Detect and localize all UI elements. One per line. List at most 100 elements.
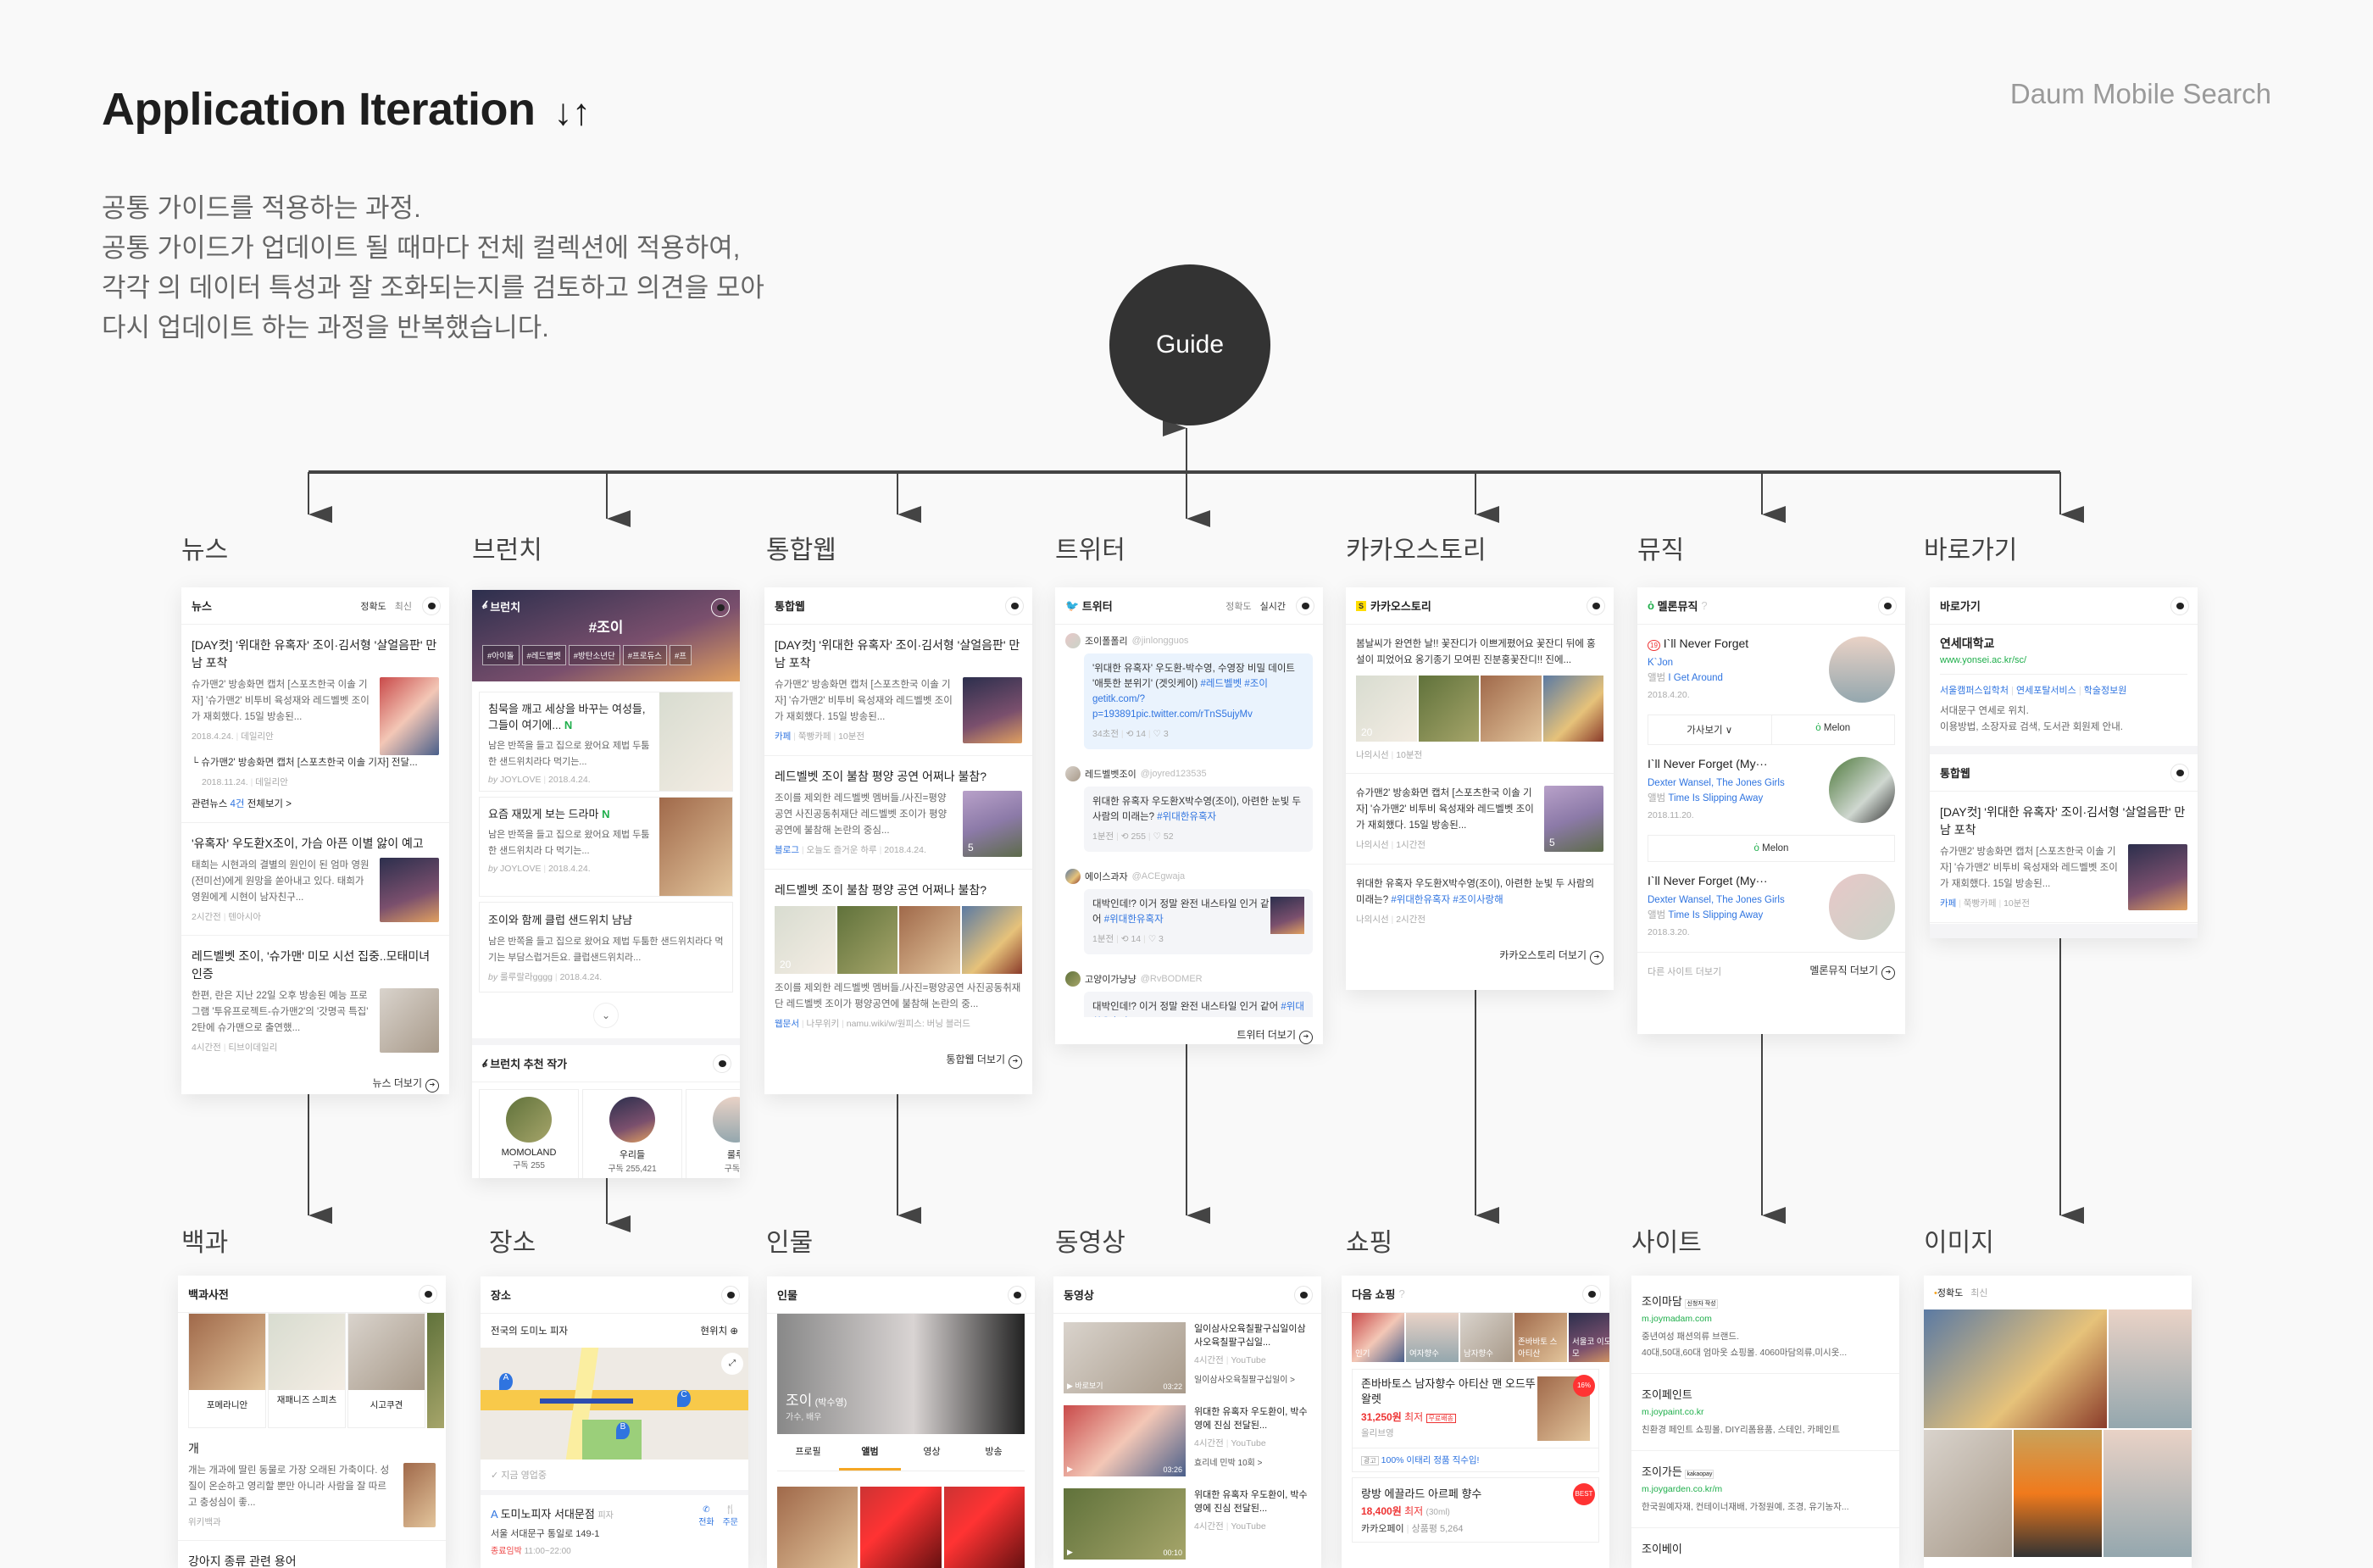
story-item[interactable]: 위대한 유혹자 우도환X박수영(조이), 아련한 눈빛 두 사람의 미래는? #… <box>1346 865 1614 937</box>
news-title[interactable]: [DAY컷] '위대한 유혹자' 조이·김서형 '살얼음판' 만남 포착 <box>192 637 439 672</box>
web-title[interactable]: [DAY컷] '위대한 유혹자' 조이·김서형 '살얼음판' 만남 포착 <box>775 637 1022 672</box>
tweet[interactable]: 레드벨벳조이 @joyred123535 위대한 유혹자 우도환X박수영(조이),… <box>1055 758 1323 860</box>
tweet[interactable]: 조이폴폴리 @jinlongguos '위대한 유혹자' 우도환-박수영, 수영장… <box>1055 625 1323 758</box>
image-strip[interactable]: 20 <box>775 906 1022 974</box>
category-tile[interactable]: 여자향수 <box>1406 1313 1459 1362</box>
sort-realtime[interactable]: 실시간 <box>1260 599 1286 613</box>
tab-broadcast[interactable]: 방송 <box>963 1434 1025 1471</box>
expand-chevron-icon[interactable]: ⌄ <box>593 1003 619 1028</box>
fullscreen-icon[interactable]: ⤢ <box>721 1353 743 1375</box>
site-item[interactable]: 조이마담 신청자 작성 m.joymadam.com 중년여성 패션의류 브랜드. 4… <box>1631 1276 1899 1374</box>
map[interactable]: A B C ⤢ <box>481 1348 748 1460</box>
chat-icon[interactable] <box>711 598 730 617</box>
help-icon[interactable]: ? <box>1398 1287 1404 1300</box>
other-sites-link[interactable]: 다른 사이트 더보기 <box>1648 965 1721 978</box>
image-result[interactable] <box>2103 1430 2192 1557</box>
tab-profile[interactable]: 프로필 <box>777 1434 839 1471</box>
news-item[interactable]: [DAY컷] '위대한 유혹자' 조이·김서형 '살얼음판' 만남 포착 슈가맨… <box>181 625 449 823</box>
news-title[interactable]: 레드벨벳 조이, '슈가맨' 미모 시선 집중..모태미녀 인증 <box>192 948 439 983</box>
brunch-article[interactable]: 침묵을 깨고 세상을 바꾸는 여성들, 그들이 여기에... N 남은 반쪽을 … <box>479 692 733 792</box>
site-item[interactable]: 조이베이 <box>1631 1528 1899 1568</box>
category-tile[interactable]: 존바바토 스아티산 <box>1514 1313 1567 1362</box>
melon-button[interactable]: ȯ Melon <box>1770 715 1895 744</box>
place-result[interactable]: A 도미노피자 서대문점 피자 서울 서대문구 통일로 149-1 종료임박 1… <box>481 1495 748 1566</box>
song-item[interactable]: I`ll Never Forget (My··· Dexter Wansel, … <box>1637 862 1905 953</box>
chat-icon[interactable] <box>2170 763 2189 782</box>
tag-chip[interactable]: #아이돌 <box>482 645 520 665</box>
chat-icon[interactable] <box>1296 596 1314 615</box>
chat-icon[interactable] <box>2170 596 2189 615</box>
breed-card[interactable]: 포메라니안 <box>188 1313 266 1428</box>
sort-latest[interactable]: 최신 <box>1970 1288 1987 1298</box>
story-item[interactable]: 5 슈가맨2' 방송화면 캡처 [스포츠한국 이솔 기자] '슈가맨2' 비투비… <box>1346 774 1614 865</box>
web-item[interactable]: [DAY컷] '위대한 유혹자' 조이·김서형 '살얼음판' 만남 포착 슈가맨… <box>764 625 1032 756</box>
news-item[interactable]: '유혹자' 우도환X조이, 가슴 아픈 이별 앓이 예고 태희는 시현과의 결별… <box>181 823 449 936</box>
melon-more-link[interactable]: 멜론뮤직 더보기 <box>1799 953 1905 990</box>
map-marker[interactable]: A <box>499 1373 513 1390</box>
video-item[interactable]: ▶ 바로보기 03:22 일이삼사오육칠팔구십일이삼사오육칠팔구십일... 4시간전… <box>1053 1314 1321 1393</box>
site-name[interactable]: 연세대학교 <box>1940 635 2187 652</box>
shortcut-link[interactable]: 연세포탈서비스 <box>2016 686 2076 696</box>
melon-button[interactable]: ȯ Melon <box>1648 836 1894 861</box>
tag-chip[interactable]: #프로듀스 <box>622 645 667 665</box>
sort-accuracy[interactable]: 정확도 <box>1937 1288 1963 1298</box>
chat-icon[interactable] <box>419 1284 437 1304</box>
sort-accuracy[interactable]: 정확도 <box>360 599 386 613</box>
album-cover[interactable] <box>1829 757 1895 823</box>
video-item[interactable]: ▶00:10 위대한 유혹자 우도환이, 박수영에 진심 전달된...4시간전Y… <box>1053 1476 1321 1560</box>
category-tile[interactable]: 남자향수 <box>1460 1313 1513 1362</box>
album-cover[interactable] <box>1829 637 1895 703</box>
category-tile[interactable]: 인기 <box>1352 1313 1404 1362</box>
album-cover[interactable] <box>860 1487 942 1568</box>
tag-chip[interactable]: #프 <box>670 645 692 665</box>
news-more-link[interactable]: 뉴스 더보기 <box>181 1065 449 1094</box>
album-cover[interactable] <box>943 1487 1025 1568</box>
tab-album[interactable]: 앨범 <box>839 1434 901 1471</box>
chat-icon[interactable] <box>1294 1285 1313 1304</box>
sort-accuracy[interactable]: 정확도 <box>1225 599 1251 613</box>
web-title[interactable]: 레드벨벳 조이 불참 평양 공연 어쩌나 불참? <box>775 881 1022 899</box>
song-item[interactable]: 19 I`ll Never Forget K`Jon 앨범 I Get Arou… <box>1637 625 1905 714</box>
kakaostory-more-link[interactable]: 카카오스토리 더보기 <box>1346 937 1614 975</box>
image-result[interactable] <box>2108 1309 2192 1428</box>
current-location-button[interactable]: 현위치 ⊕ <box>700 1324 738 1337</box>
tag-chip[interactable]: #레드벨벳 <box>521 645 566 665</box>
shortcut-link[interactable]: 학술정보원 <box>2084 686 2127 696</box>
writer-card[interactable]: 룰루구독 2 <box>686 1089 740 1178</box>
album-cover[interactable] <box>777 1487 859 1568</box>
sort-latest[interactable]: 최신 <box>395 599 412 613</box>
map-marker[interactable]: C <box>677 1390 691 1407</box>
tweet[interactable]: 고양이가냥냥 @RvBODMER 대박인데!? 이거 정말 완전 내스타일 인거 … <box>1055 963 1323 1017</box>
chat-icon[interactable] <box>1008 1285 1026 1304</box>
tag-chip[interactable]: #방탄소년단 <box>568 645 620 665</box>
image-result[interactable] <box>1924 1309 2107 1428</box>
web-item[interactable]: [DAY컷] '위대한 유혹자' 조이·김서형 '살얼음판' 만남 포착 슈가맨… <box>1930 792 2198 923</box>
story-item[interactable]: 봄날씨가 완연한 날!! 꽃잔디가 이쁘게폈어요 꽃잔디 뒤에 홍설이 피었어요… <box>1346 625 1614 774</box>
tab-video[interactable]: 영상 <box>901 1434 963 1471</box>
video-item[interactable]: ▶03:26 위대한 유혹자 우도환이, 박수영에 진심 전달된...4시간전Y… <box>1053 1393 1321 1476</box>
album-cover[interactable] <box>1829 874 1895 940</box>
term-title[interactable]: 개 <box>188 1440 436 1458</box>
writer-card[interactable]: 우리들 구독 255,421 <box>582 1089 682 1178</box>
brunch-article[interactable]: 조이와 함께 클럽 샌드위치 냠냠 남은 반쪽을 들고 집으로 왔어요 제법 두… <box>479 902 733 993</box>
site-item[interactable]: 조이페인트 m.joypaint.co.kr 친환경 페인트 쇼핑몰, DIY리폼용… <box>1631 1374 1899 1451</box>
song-item[interactable]: I`ll Never Forget (My··· Dexter Wansel, … <box>1637 745 1905 835</box>
product-card[interactable]: 존바바토스 남자향수 아티산 맨 오드뚜왈렛 31,250원 최저 무료배송 올… <box>1352 1369 1599 1472</box>
image-result[interactable] <box>2014 1430 2102 1557</box>
tweet[interactable]: 에이스과자 @ACEgwaja 대박인데!? 이거 정말 완전 내스타일 인거 같… <box>1055 860 1323 963</box>
shortcut-link[interactable]: 서울캠퍼스입학처 <box>1940 686 2009 696</box>
call-button[interactable]: ✆ 전화 <box>698 1505 714 1556</box>
news-title[interactable]: '유혹자' 우도환X조이, 가슴 아픈 이별 앓이 예고 <box>192 835 439 853</box>
web-item[interactable]: 레드벨벳 조이 불참 평양 공연 어쩌나 불참? 20 조이를 제외한 레드벨벳… <box>764 870 1032 1042</box>
category-tile[interactable]: 서울코 이도모 <box>1569 1313 1609 1362</box>
site-url[interactable]: www.yonsei.ac.kr/sc/ <box>1940 655 2187 675</box>
help-icon[interactable]: ? <box>1701 599 1707 612</box>
chat-icon[interactable] <box>1582 1284 1601 1304</box>
news-item[interactable]: 레드벨벳 조이, '슈가맨' 미모 시선 집중..모태미녀 인증 한편, 란은 … <box>181 936 449 1065</box>
image-result[interactable] <box>1924 1430 2012 1557</box>
product-card[interactable]: 랑방 에끌라드 아르페 향수 18,400원 최저 (30ml) 카카오페이 |… <box>1352 1477 1599 1543</box>
breed-card[interactable]: 시고쿠견 <box>347 1313 425 1428</box>
chat-icon[interactable] <box>1878 596 1897 615</box>
site-item[interactable]: 조이가든 kakaopay m.joygarden.co.kr/m 한국원예자재, … <box>1631 1451 1899 1528</box>
chat-icon[interactable] <box>713 1054 731 1073</box>
